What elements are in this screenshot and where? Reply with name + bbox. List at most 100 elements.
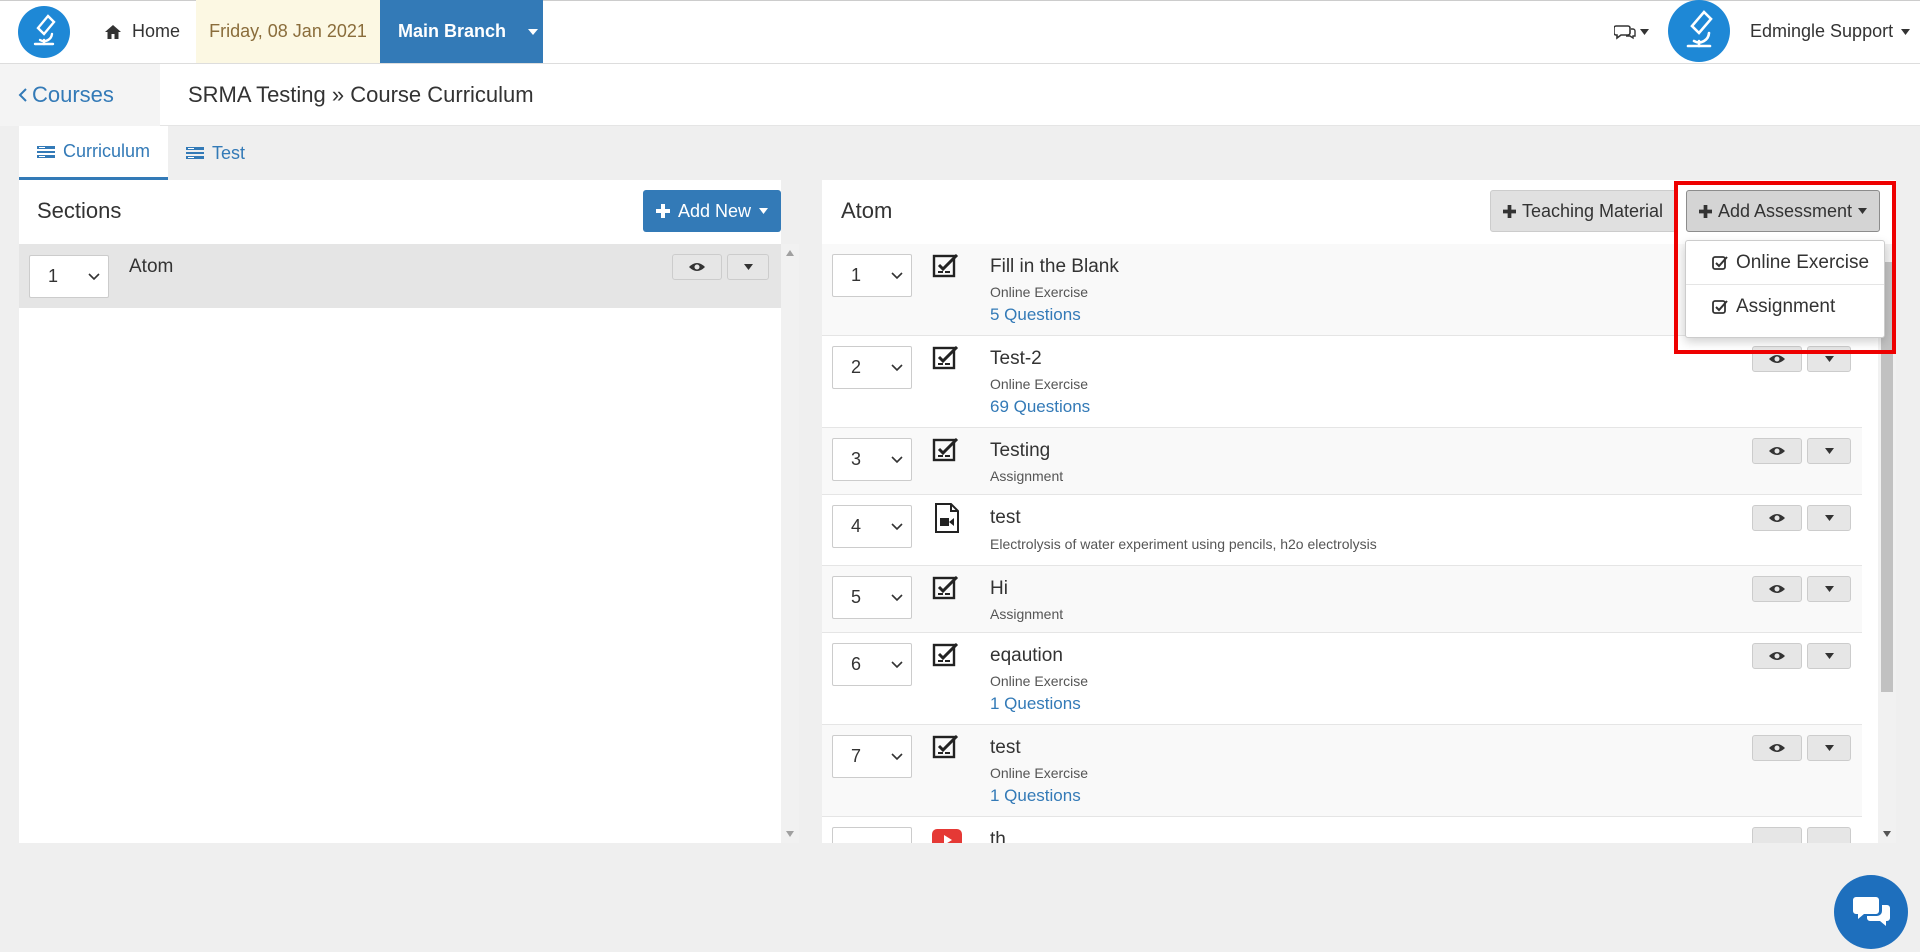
caret-down-icon <box>743 264 753 270</box>
chevron-down-icon <box>891 271 903 279</box>
item-order-select[interactable]: 1 <box>832 254 912 297</box>
checklist-icon <box>932 438 959 462</box>
section-options-button[interactable] <box>727 254 769 280</box>
list-item[interactable]: 3 Testing Assignment <box>822 428 1862 495</box>
teaching-material-button[interactable]: Teaching Material <box>1490 190 1676 232</box>
list-item[interactable]: 4 test Electrolysis of water experiment … <box>822 495 1862 566</box>
item-preview-button[interactable] <box>1752 576 1802 602</box>
chat-icon <box>1853 897 1890 926</box>
microscope-icon <box>1686 10 1713 48</box>
plus-icon <box>655 204 670 218</box>
checklist-icon <box>932 576 959 600</box>
item-preview-button[interactable] <box>1752 643 1802 669</box>
chevron-left-icon <box>18 88 27 102</box>
caret-down-icon <box>1824 515 1834 521</box>
item-options-button[interactable] <box>1807 827 1851 843</box>
item-preview-button[interactable] <box>1752 505 1802 531</box>
youtube-icon <box>932 829 962 843</box>
eye-icon <box>1769 514 1785 522</box>
item-order-value: 4 <box>851 516 862 536</box>
scroll-down-icon <box>1883 831 1891 837</box>
checklist-icon <box>932 346 959 370</box>
item-preview-button[interactable] <box>1752 438 1802 464</box>
item-preview-button[interactable] <box>1752 827 1802 843</box>
checklist-icon <box>932 254 959 278</box>
eye-icon <box>1769 355 1785 363</box>
branch-label: Main Branch <box>398 21 507 41</box>
item-order-select[interactable]: 3 <box>832 438 912 481</box>
item-preview-button[interactable] <box>1752 735 1802 761</box>
item-order-value: 7 <box>851 746 862 766</box>
item-options-button[interactable] <box>1807 438 1851 464</box>
caret-down-icon <box>528 28 539 35</box>
item-title: Fill in the Blank <box>990 256 1119 277</box>
item-order-value: 2 <box>851 357 862 377</box>
item-title: Hi <box>990 578 1008 599</box>
section-row[interactable]: 1 Atom <box>19 244 781 308</box>
current-date: Friday, 08 Jan 2021 <box>196 0 380 63</box>
item-options-button[interactable] <box>1807 505 1851 531</box>
microscope-icon <box>33 14 56 46</box>
checklist-icon <box>932 735 959 759</box>
list-item[interactable]: 7 test Online Exercise 1 Questions <box>822 725 1862 817</box>
tab-label: Test <box>212 142 246 163</box>
item-title: th <box>990 829 1006 843</box>
item-title: Testing <box>990 440 1051 461</box>
user-menu[interactable]: Edmingle Support <box>1750 0 1911 63</box>
add-new-label: Add New <box>677 200 752 221</box>
plus-icon <box>1502 204 1516 218</box>
list-item[interactable]: 6 eqaution Online Exercise 1 Questions <box>822 633 1862 725</box>
tab-curriculum[interactable]: Curriculum <box>19 126 169 180</box>
item-order-select[interactable]: 5 <box>832 576 912 619</box>
item-order-select[interactable] <box>832 827 912 843</box>
chevron-down-icon <box>891 660 903 668</box>
section-preview-button[interactable] <box>672 254 722 280</box>
app-logo[interactable] <box>18 6 70 58</box>
chevron-down-icon <box>891 752 903 760</box>
item-title: test <box>990 737 1021 758</box>
list-item[interactable]: th <box>822 817 1862 843</box>
chevron-down-icon <box>88 272 100 280</box>
add-new-button[interactable]: Add New <box>643 190 781 232</box>
chevron-down-icon <box>891 522 903 530</box>
item-options-button[interactable] <box>1807 735 1851 761</box>
section-order-select[interactable]: 1 <box>29 255 109 298</box>
live-chat-button[interactable] <box>1834 875 1908 949</box>
page-title: SRMA Testing » Course Curriculum <box>188 64 534 126</box>
back-to-courses-link[interactable]: Courses <box>0 64 160 126</box>
caret-down-icon <box>1824 356 1834 362</box>
caret-down-icon <box>1824 448 1834 454</box>
date-text: Friday, 08 Jan 2021 <box>209 21 367 41</box>
home-icon <box>105 24 121 39</box>
item-questions-link[interactable]: 1 Questions <box>990 786 1081 806</box>
chevron-down-icon <box>891 455 903 463</box>
item-description: Electrolysis of water experiment using p… <box>990 536 1377 552</box>
tab-test[interactable]: Test <box>168 126 263 180</box>
item-type: Online Exercise <box>990 673 1089 689</box>
branch-selector[interactable]: Main Branch <box>380 0 543 63</box>
item-options-button[interactable] <box>1807 643 1851 669</box>
chevron-down-icon <box>891 363 903 371</box>
item-order-value: 6 <box>851 654 862 674</box>
messages-toggle[interactable] <box>1614 18 1649 46</box>
item-options-button[interactable] <box>1807 576 1851 602</box>
tab-bar: Curriculum Test <box>19 126 263 180</box>
item-questions-link[interactable]: 69 Questions <box>990 397 1090 417</box>
sections-scrollbar[interactable] <box>781 244 799 843</box>
comments-icon <box>1614 25 1636 40</box>
home-link[interactable]: Home <box>104 0 180 63</box>
caret-down-icon <box>759 208 769 214</box>
item-questions-link[interactable]: 5 Questions <box>990 305 1081 325</box>
item-order-select[interactable]: 4 <box>832 505 912 548</box>
item-order-select[interactable]: 6 <box>832 643 912 686</box>
list-item[interactable]: 5 Hi Assignment <box>822 566 1862 633</box>
scroll-up-icon <box>786 250 794 256</box>
item-order-select[interactable]: 2 <box>832 346 912 389</box>
item-order-select[interactable]: 7 <box>832 735 912 778</box>
video-file-icon <box>935 503 959 533</box>
page-title-text: SRMA Testing » Course Curriculum <box>188 82 534 107</box>
caret-down-icon <box>1901 28 1911 35</box>
item-questions-link[interactable]: 1 Questions <box>990 694 1081 714</box>
user-avatar[interactable] <box>1668 0 1730 62</box>
list-icon <box>37 145 55 158</box>
